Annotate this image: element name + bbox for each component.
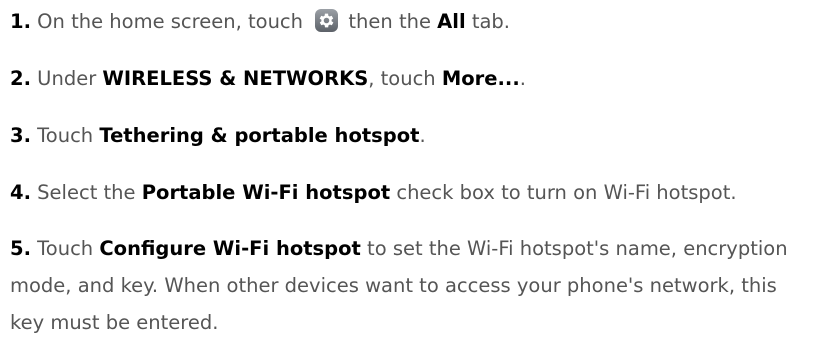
tethering-hotspot-label: Tethering & portable hotspot [99, 124, 420, 147]
step-text: check box to turn on Wi-Fi hotspot. [390, 181, 737, 204]
step-5: 5. Touch Configure Wi-Fi hotspot to set … [10, 230, 815, 341]
step-number: 4. [10, 181, 31, 204]
step-text: then the [342, 10, 438, 33]
step-number: 3. [10, 124, 31, 147]
step-text: Under [30, 67, 103, 90]
step-1: 1. On the home screen, touch then the Al… [10, 3, 510, 40]
step-text: Select the [30, 181, 142, 204]
step-2: 2. Under WIRELESS & NETWORKS, touch More… [10, 60, 526, 97]
settings-gear-icon [315, 9, 339, 32]
step-text: tab. [465, 10, 511, 33]
step-number: 2. [10, 67, 31, 90]
step-text: . [519, 67, 526, 90]
step-3: 3. Touch Tethering & portable hotspot. [10, 117, 426, 154]
step-text: On the home screen, touch [30, 10, 310, 33]
step-4: 4. Select the Portable Wi-Fi hotspot che… [10, 174, 737, 211]
step-text: Touch [30, 237, 100, 260]
step-text: . [419, 124, 426, 147]
step-number: 5. [10, 237, 31, 260]
more-label: More... [441, 67, 520, 90]
all-tab-label: All [437, 10, 466, 33]
wireless-networks-label: WIRELESS & NETWORKS [102, 67, 369, 90]
step-text: , touch [368, 67, 442, 90]
step-number: 1. [10, 10, 31, 33]
configure-hotspot-label: Configure Wi-Fi hotspot [99, 237, 361, 260]
step-text: Touch [30, 124, 100, 147]
portable-hotspot-label: Portable Wi-Fi hotspot [141, 181, 391, 204]
